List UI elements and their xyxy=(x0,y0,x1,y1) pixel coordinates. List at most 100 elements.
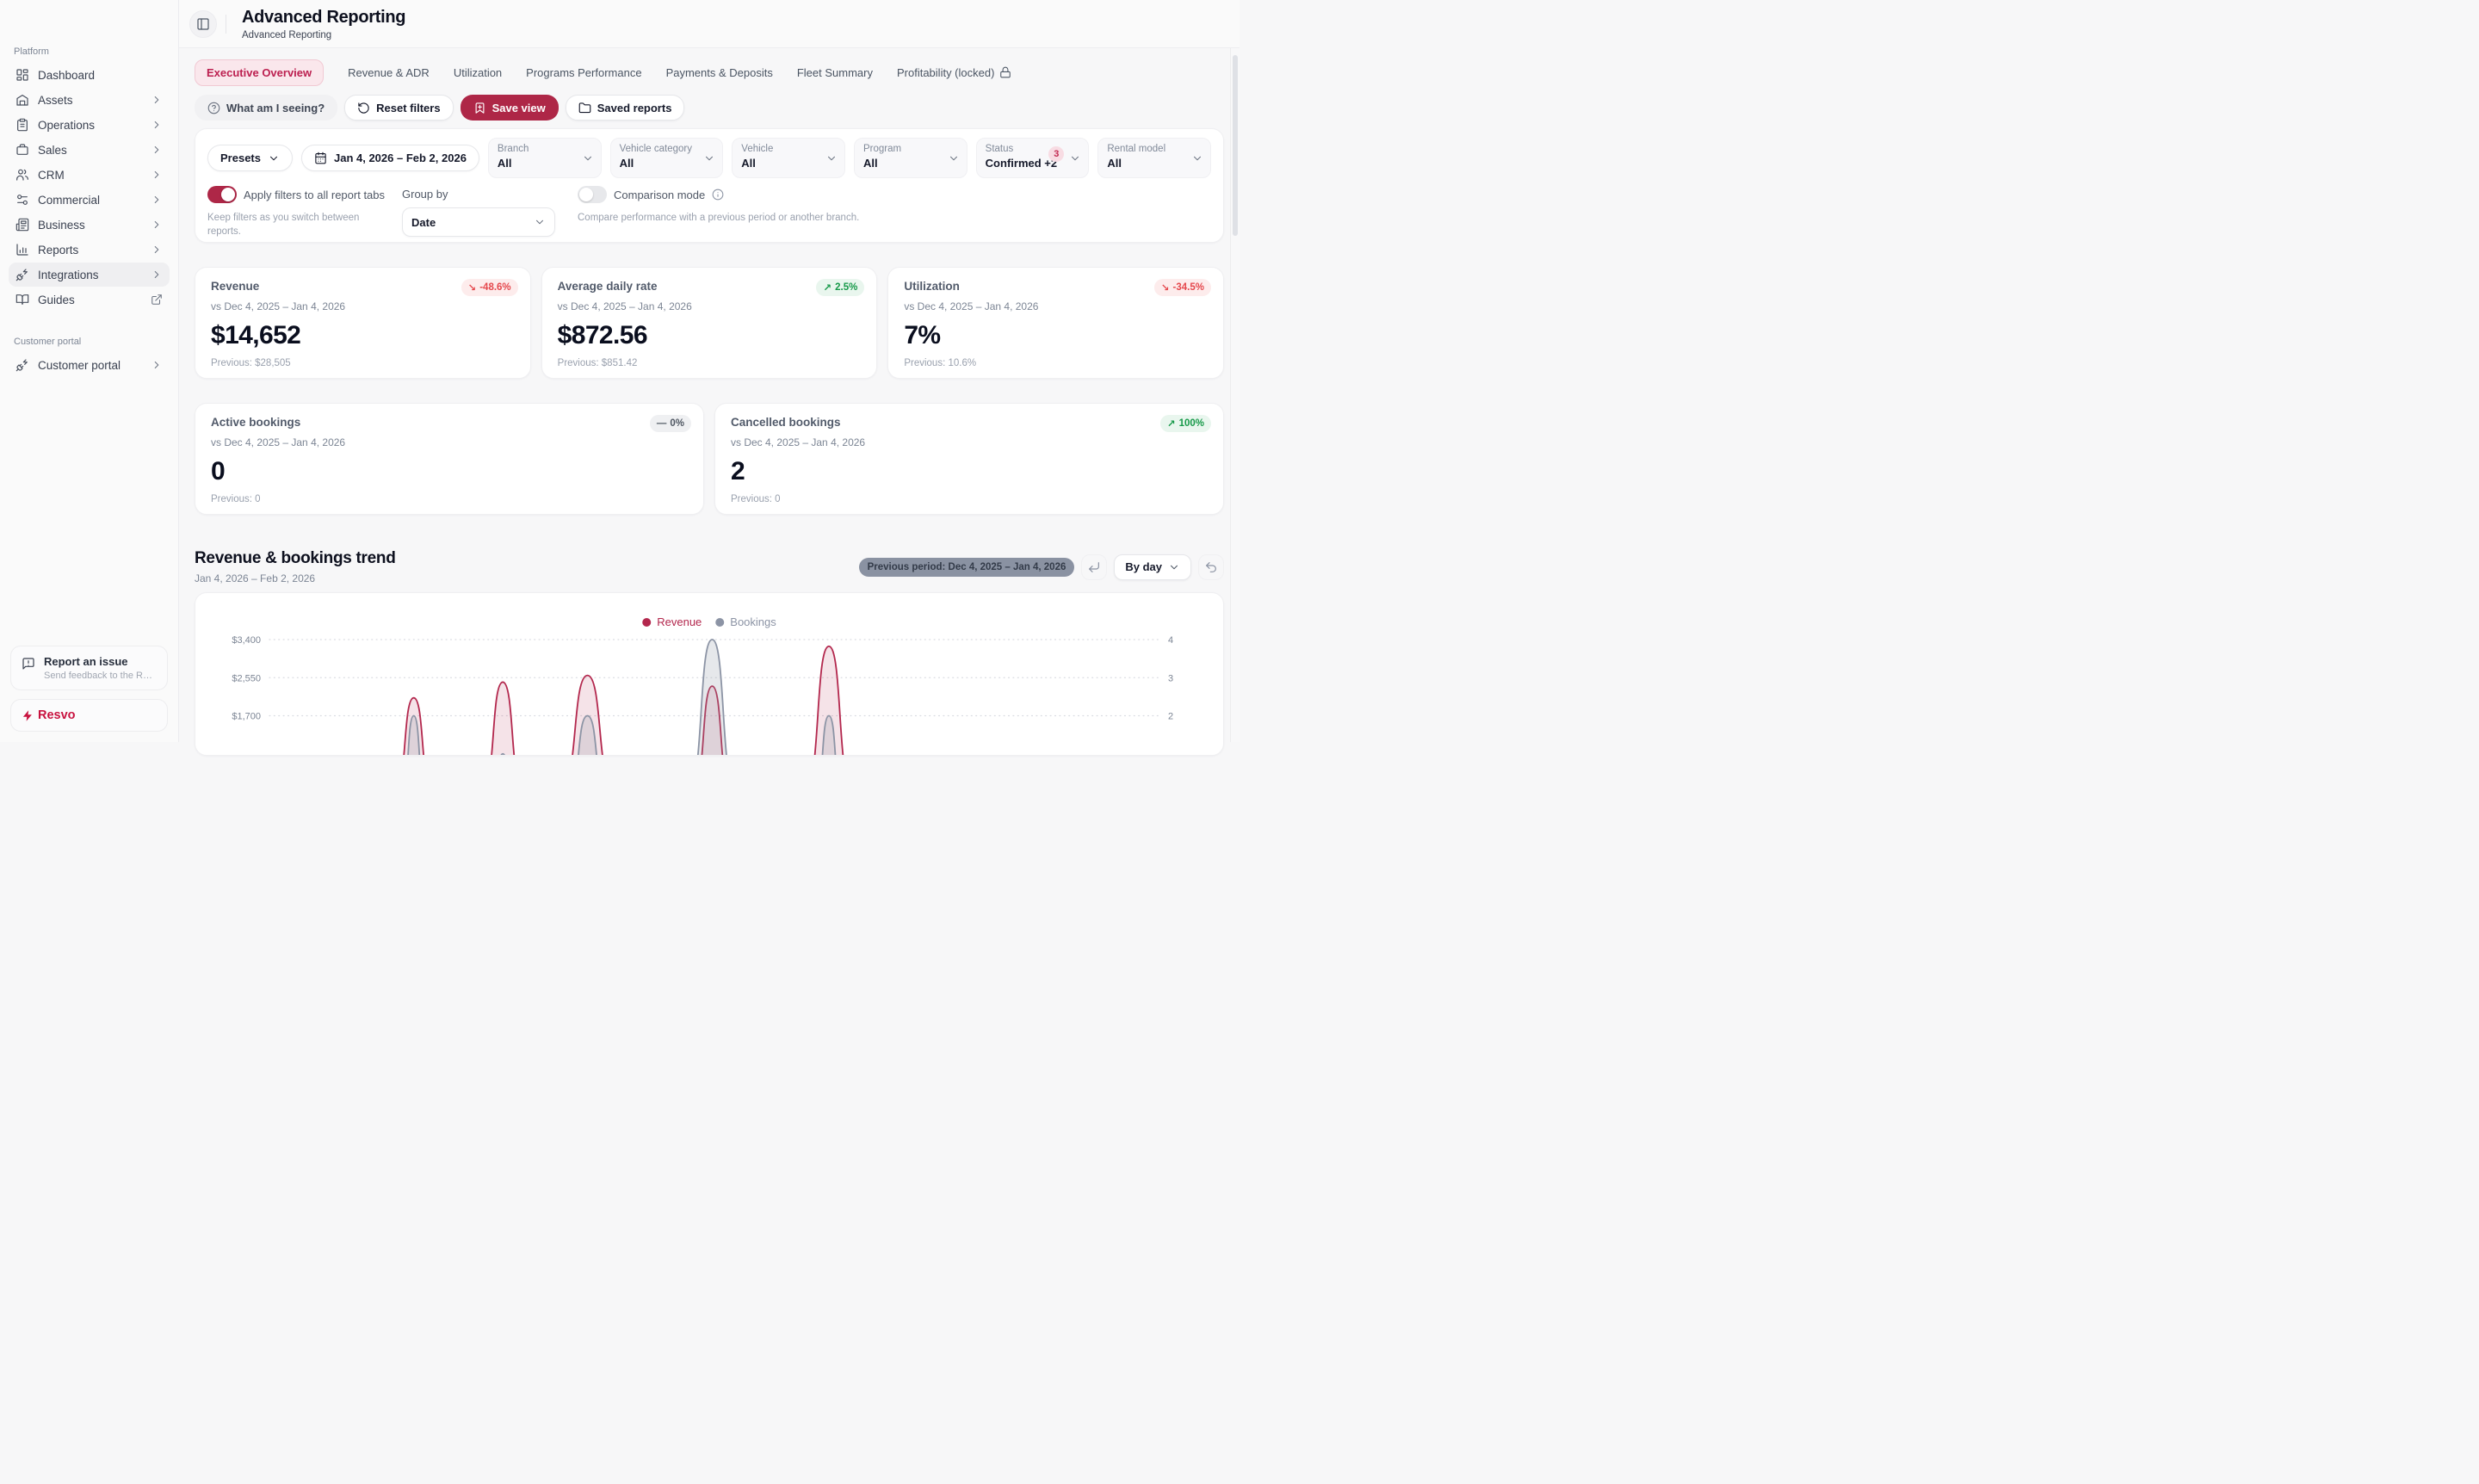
tab-label: Utilization xyxy=(454,66,502,79)
kpi-value: $872.56 xyxy=(558,321,862,350)
legend-item-bookings[interactable]: Bookings xyxy=(715,615,776,628)
sliders-icon xyxy=(15,193,29,207)
sidebar-item-reports[interactable]: Reports xyxy=(9,238,170,262)
sidebar-item-label: Integrations xyxy=(38,269,142,281)
sidebar-item-operations[interactable]: Operations xyxy=(9,113,170,137)
chevron-down-icon xyxy=(948,152,960,164)
tab-utilization[interactable]: Utilization xyxy=(454,66,502,79)
sidebar-section-customer-portal: Customer portal xyxy=(0,328,178,352)
saved-reports-button[interactable]: Saved reports xyxy=(566,95,685,121)
top-bar: Advanced Reporting Advanced Reporting xyxy=(179,0,1240,48)
tab-profitability-locked[interactable]: Profitability (locked) xyxy=(897,66,1011,79)
apply-filters-toggle[interactable] xyxy=(207,186,237,203)
kpi-change-value: -48.6% xyxy=(479,282,510,293)
kpi-title: Active bookings xyxy=(211,416,688,429)
granularity-select[interactable]: By day xyxy=(1114,554,1191,580)
undo-button[interactable] xyxy=(1198,554,1224,580)
tab-revenue-adr[interactable]: Revenue & ADR xyxy=(348,66,430,79)
scrollbar-thumb[interactable] xyxy=(1233,55,1238,236)
filter-value: All xyxy=(741,157,822,170)
kpi-change-value: 2.5% xyxy=(835,282,857,293)
svg-text:3: 3 xyxy=(1168,673,1173,683)
sidebar-item-label: Commercial xyxy=(38,194,142,207)
filter-label: Branch xyxy=(498,144,578,154)
filter-select-program[interactable]: ProgramAll xyxy=(854,138,967,178)
info-icon xyxy=(712,189,724,201)
tab-fleet-summary[interactable]: Fleet Summary xyxy=(797,66,873,79)
kpi-value: 7% xyxy=(904,321,1208,350)
sidebar-item-guides[interactable]: Guides xyxy=(9,288,170,312)
previous-period-pill: Previous period: Dec 4, 2025 – Jan 4, 20… xyxy=(859,558,1075,577)
report-issue-subtitle: Send feedback to the Resvo… xyxy=(44,671,158,681)
sidebar-item-dashboard[interactable]: Dashboard xyxy=(9,63,170,87)
report-tabs: Executive Overview Revenue & ADR Utilizati… xyxy=(195,59,1224,85)
brand-footer[interactable]: Resvo xyxy=(10,699,168,732)
chevron-down-icon xyxy=(534,216,546,228)
svg-text:4: 4 xyxy=(1168,635,1173,646)
comparison-mode-toggle[interactable] xyxy=(578,186,607,203)
tab-label: Executive Overview xyxy=(207,66,312,79)
filter-select-rental-model[interactable]: Rental modelAll xyxy=(1097,138,1211,178)
kpi-change-badge: —0% xyxy=(650,415,691,432)
lock-icon xyxy=(999,66,1011,78)
what-am-i-seeing-button[interactable]: What am I seeing? xyxy=(195,95,337,121)
tab-executive-overview[interactable]: Executive Overview xyxy=(195,59,324,86)
svg-text:2: 2 xyxy=(1168,712,1173,722)
kpi-previous: Previous: 0 xyxy=(211,494,688,504)
chart-legend: Revenue Bookings xyxy=(642,615,776,628)
chevron-right-icon xyxy=(151,144,163,156)
chevron-right-icon xyxy=(151,119,163,131)
svg-text:$1,700: $1,700 xyxy=(232,712,261,722)
reset-filters-button[interactable]: Reset filters xyxy=(344,95,453,121)
filter-select-vehicle[interactable]: VehicleAll xyxy=(732,138,845,178)
kpi-previous: Previous: $28,505 xyxy=(211,358,515,368)
group-by-select[interactable]: Date xyxy=(402,207,555,237)
tab-payments-deposits[interactable]: Payments & Deposits xyxy=(666,66,773,79)
kpi-change-badge: ↘-34.5% xyxy=(1154,279,1211,296)
sidebar-item-commercial[interactable]: Commercial xyxy=(9,188,170,212)
sidebar-item-label: Reports xyxy=(38,244,142,257)
presets-button[interactable]: Presets xyxy=(207,145,293,171)
chevron-down-icon xyxy=(582,152,594,164)
zap-icon xyxy=(22,709,34,722)
compare-period-button[interactable] xyxy=(1081,554,1107,580)
chevron-right-icon xyxy=(151,219,163,231)
filter-select-vehicle-category[interactable]: Vehicle categoryAll xyxy=(610,138,724,178)
filters-row: Presets Jan 4, 2026 – Feb 2, 2026 Branch… xyxy=(207,138,1211,178)
chevron-down-icon xyxy=(1168,561,1180,573)
svg-text:$3,400: $3,400 xyxy=(232,635,261,646)
briefcase-icon xyxy=(15,143,29,157)
kpi-compare-range: vs Dec 4, 2025 – Jan 4, 2026 xyxy=(211,436,688,448)
sidebar-item-sales[interactable]: Sales xyxy=(9,138,170,162)
report-an-issue-card[interactable]: Report an issue Send feedback to the Res… xyxy=(10,646,168,690)
filter-select-status[interactable]: StatusConfirmed +23 xyxy=(976,138,1090,178)
kpi-compare-range: vs Dec 4, 2025 – Jan 4, 2026 xyxy=(211,300,515,312)
save-view-button[interactable]: Save view xyxy=(461,95,559,121)
sidebar: Platform DashboardAssetsOperationsSalesC… xyxy=(0,0,179,742)
sidebar-item-customer-portal[interactable]: Customer portal xyxy=(9,353,170,377)
sidebar-item-integrations[interactable]: Integrations xyxy=(9,263,170,287)
legend-dot-icon xyxy=(715,618,724,627)
sidebar-item-business[interactable]: Business xyxy=(9,213,170,237)
sidebar-item-crm[interactable]: CRM xyxy=(9,163,170,187)
chevron-right-icon xyxy=(151,244,163,256)
apply-filters-description: Keep filters as you switch between repor… xyxy=(207,212,390,238)
kpi-row-2: Active bookings—0% vs Dec 4, 2025 – Jan 4… xyxy=(195,403,1224,515)
kpi-title: Average daily rate xyxy=(558,280,862,293)
sidebar-toggle-button[interactable] xyxy=(189,10,217,38)
kpi-change-value: 0% xyxy=(670,418,684,429)
sidebar-item-assets[interactable]: Assets xyxy=(9,88,170,112)
bookmark-plus-icon xyxy=(473,102,486,114)
chart-column-icon xyxy=(15,243,29,257)
date-range-button[interactable]: Jan 4, 2026 – Feb 2, 2026 xyxy=(301,145,479,171)
filter-select-branch[interactable]: BranchAll xyxy=(488,138,602,178)
sidebar-customer-portal-items: Customer portal xyxy=(0,352,178,378)
tab-programs-performance[interactable]: Programs Performance xyxy=(526,66,641,79)
kpi-value: 2 xyxy=(731,457,1208,486)
kpi-previous: Previous: 0 xyxy=(731,494,1208,504)
sidebar-item-label: Operations xyxy=(38,119,142,132)
page-subtitle: Advanced Reporting xyxy=(242,30,405,40)
legend-item-revenue[interactable]: Revenue xyxy=(642,615,702,628)
scrollbar[interactable] xyxy=(1230,48,1240,742)
kpi-previous: Previous: $851.42 xyxy=(558,358,862,368)
